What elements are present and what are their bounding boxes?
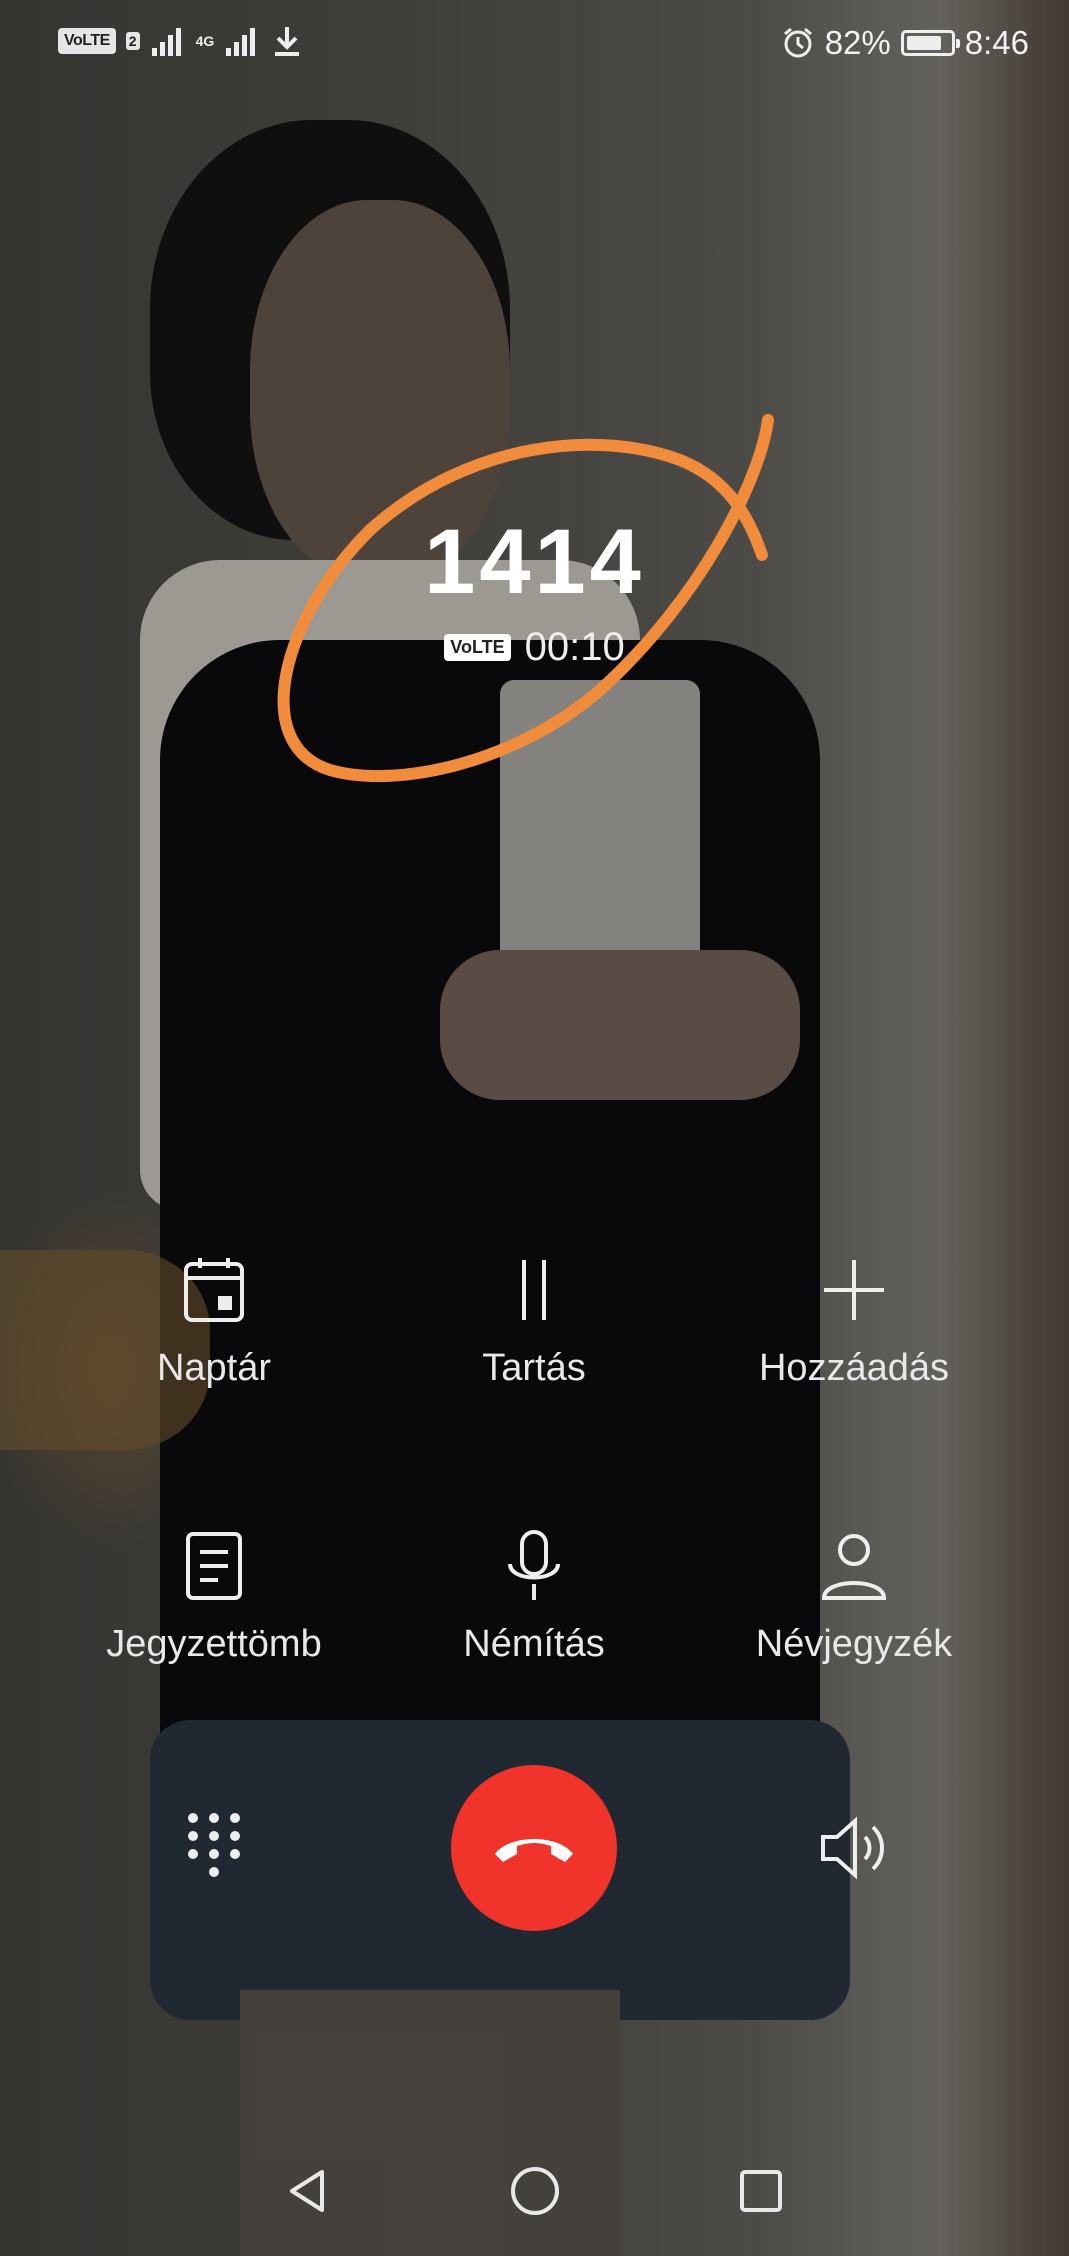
notepad-icon (186, 1532, 242, 1600)
end-call-button[interactable] (451, 1765, 617, 1931)
call-timer: 00:10 (524, 625, 625, 669)
volte-icon: VoLTE (58, 28, 116, 54)
clock: 8:46 (964, 24, 1029, 61)
pause-icon (522, 1260, 546, 1320)
end-call-icon (495, 1839, 573, 1862)
battery-icon (900, 30, 960, 56)
signal-icon (151, 28, 181, 56)
battery-percent: 82% (824, 24, 891, 61)
mute-button[interactable]: Némítás (384, 1526, 684, 1666)
contacts-label: Névjegyzék (755, 1623, 953, 1665)
calendar-button[interactable]: Naptár (64, 1250, 364, 1390)
speaker-icon (821, 1816, 884, 1880)
caller-info: 1414 VoLTE 00:10 (0, 510, 1069, 670)
caller-number: 1414 (424, 511, 645, 613)
back-icon (290, 2170, 324, 2212)
alarm-icon (783, 27, 812, 58)
sim-number: 2 (125, 32, 140, 50)
status-bar: VoLTE 2 4G 82% 8:46 (0, 0, 1069, 92)
contact-icon (821, 1534, 887, 1600)
home-button[interactable] (500, 2156, 570, 2226)
microphone-icon (508, 1530, 560, 1600)
dialpad-icon (188, 1813, 240, 1877)
navigation-bar (0, 2126, 1069, 2256)
add-call-label: Hozzáadás (758, 1347, 950, 1389)
recents-icon (740, 2170, 782, 2212)
hold-label: Tartás (482, 1347, 586, 1389)
calendar-icon (184, 1258, 244, 1322)
home-icon (511, 2167, 559, 2215)
plus-icon (824, 1260, 884, 1320)
speaker-button[interactable] (810, 1803, 900, 1893)
hold-button[interactable]: Tartás (384, 1250, 684, 1390)
4g-signal-icon (226, 28, 256, 56)
volte-call-badge: VoLTE (444, 634, 511, 661)
contacts-button[interactable]: Névjegyzék (704, 1526, 1004, 1666)
calendar-label: Naptár (156, 1347, 272, 1389)
dialpad-button[interactable] (169, 1803, 259, 1893)
back-button[interactable] (272, 2156, 342, 2226)
recents-button[interactable] (726, 2156, 796, 2226)
add-call-button[interactable]: Hozzáadás (704, 1250, 1004, 1390)
network-type: 4G (195, 33, 215, 49)
notepad-button[interactable]: Jegyzettömb (64, 1526, 364, 1666)
notepad-label: Jegyzettömb (106, 1623, 322, 1665)
mute-label: Némítás (463, 1623, 605, 1665)
download-icon (275, 27, 300, 56)
